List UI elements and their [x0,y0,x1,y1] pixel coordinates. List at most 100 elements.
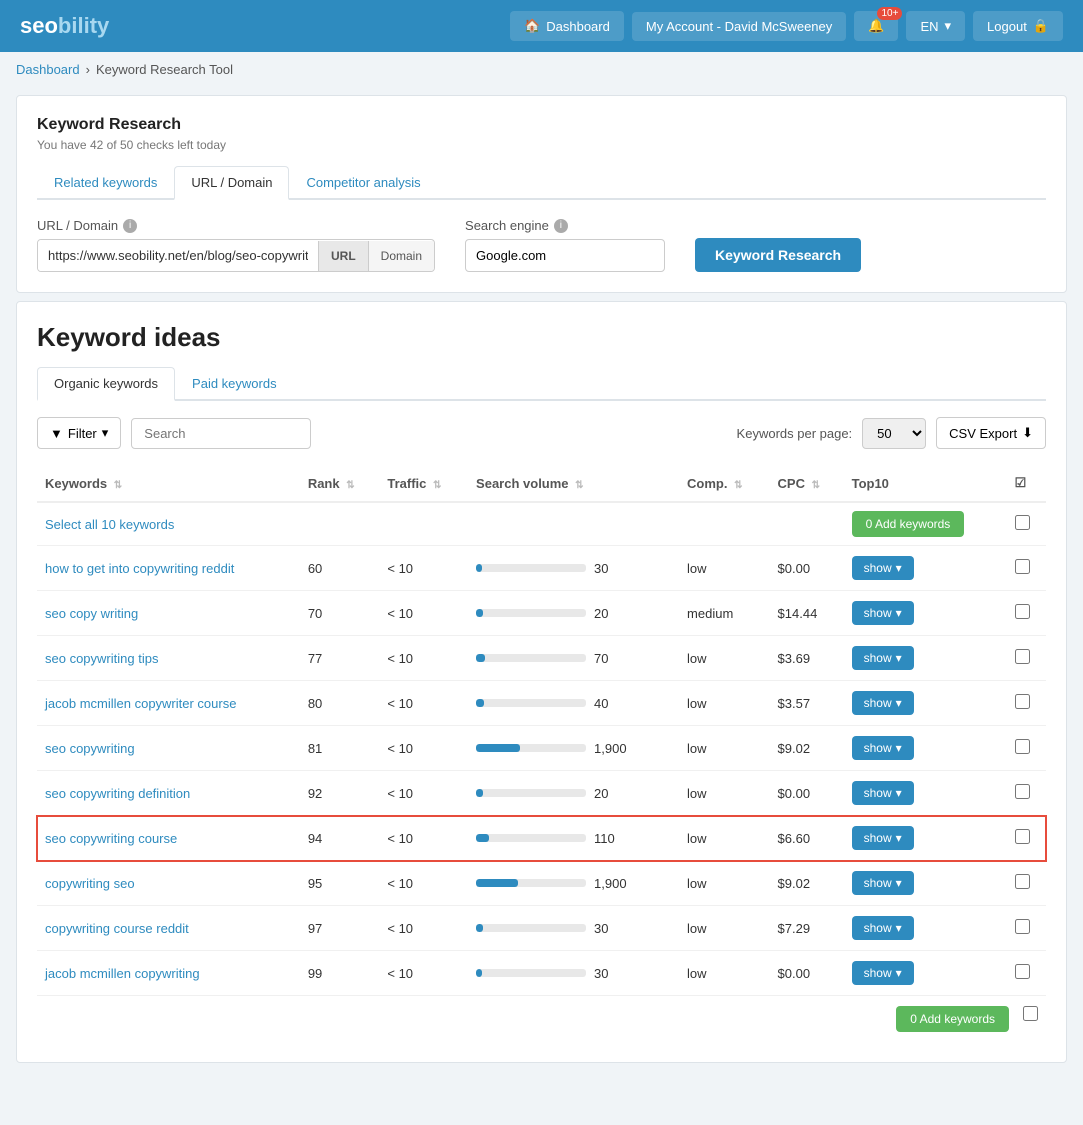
keyword-link[interactable]: seo copywriting [45,741,135,756]
chevron-icon: ▾ [896,606,902,620]
cell-top10: show ▾ [844,726,1007,771]
sv-bar [476,789,586,797]
breadcrumb-home[interactable]: Dashboard [16,62,80,77]
keyword-link[interactable]: seo copywriting course [45,831,177,846]
filter-bar: ▼ Filter ▾ Keywords per page: 50 25 100 … [37,417,1046,449]
sub-tab-organic[interactable]: Organic keywords [37,367,175,401]
sub-tabs: Organic keywords Paid keywords [37,367,1046,401]
keyword-link[interactable]: jacob mcmillen copywriter course [45,696,236,711]
download-icon: ⬇ [1022,425,1033,441]
logout-btn[interactable]: Logout 🔒 [973,11,1063,41]
select-all-checkbox[interactable] [1015,515,1030,530]
keyword-link[interactable]: seo copywriting tips [45,651,158,666]
row-checkbox[interactable] [1015,694,1030,709]
url-toggle-url[interactable]: URL [318,241,368,271]
show-btn[interactable]: show ▾ [852,691,914,715]
cell-comp: low [679,906,770,951]
cell-comp: low [679,771,770,816]
engine-info-icon[interactable]: i [554,219,568,233]
cell-traffic: < 10 [379,546,468,591]
cell-traffic: < 10 [379,591,468,636]
add-keywords-btn-bottom[interactable]: 0 Add keywords [896,1006,1009,1032]
keyword-link[interactable]: seo copy writing [45,606,138,621]
cell-rank: 95 [300,861,380,906]
row-checkbox[interactable] [1015,919,1030,934]
url-toggle-domain[interactable]: Domain [368,241,434,271]
breadcrumb-sep: › [86,62,90,77]
filter-right: Keywords per page: 50 25 100 CSV Export … [737,417,1046,449]
tab-related-keywords[interactable]: Related keywords [37,166,174,200]
cell-traffic: < 10 [379,771,468,816]
show-btn[interactable]: show ▾ [852,781,914,805]
row-checkbox[interactable] [1015,559,1030,574]
cell-cpc: $14.44 [770,591,844,636]
sv-bar-fill [476,744,520,752]
per-page-select[interactable]: 50 25 100 [862,418,926,449]
cell-traffic: < 10 [379,906,468,951]
search-filter-input[interactable] [131,418,311,449]
show-btn[interactable]: show ▾ [852,601,914,625]
row-checkbox[interactable] [1015,784,1030,799]
show-btn[interactable]: show ▾ [852,736,914,760]
show-btn[interactable]: show ▾ [852,916,914,940]
show-btn[interactable]: show ▾ [852,646,914,670]
show-btn[interactable]: show ▾ [852,826,914,850]
table-row: seo copywriting definition 92 < 10 20 lo… [37,771,1046,816]
url-info-icon[interactable]: i [123,219,137,233]
keyword-link[interactable]: seo copywriting definition [45,786,190,801]
cell-cpc: $3.57 [770,681,844,726]
show-btn[interactable]: show ▾ [852,871,914,895]
cell-keyword: how to get into copywriting reddit [37,546,300,591]
sv-bar [476,879,586,887]
row-checkbox[interactable] [1015,604,1030,619]
select-all-row: Select all 10 keywords 0 Add keywords [37,502,1046,546]
row-checkbox[interactable] [1015,964,1030,979]
cell-top10: show ▾ [844,861,1007,906]
row-checkbox[interactable] [1015,649,1030,664]
cell-top10: show ▾ [844,906,1007,951]
dashboard-btn[interactable]: 🏠 Dashboard [510,11,624,41]
tab-url-domain[interactable]: URL / Domain [174,166,289,200]
search-engine-input[interactable] [465,239,665,272]
row-checkbox[interactable] [1015,829,1030,844]
cell-top10: show ▾ [844,951,1007,996]
sv-value: 1,900 [594,741,627,756]
cell-comp: low [679,816,770,861]
url-input[interactable] [38,240,318,271]
table-row: seo copywriting tips 77 < 10 70 low $3.6… [37,636,1046,681]
csv-export-button[interactable]: CSV Export ⬇ [936,417,1046,449]
sv-value: 30 [594,966,608,981]
show-btn[interactable]: show ▾ [852,556,914,580]
sub-tab-paid[interactable]: Paid keywords [175,367,294,401]
tab-competitor-analysis[interactable]: Competitor analysis [289,166,437,200]
sv-bar [476,834,586,842]
keyword-link[interactable]: copywriting course reddit [45,921,189,936]
sv-value: 110 [594,831,615,846]
show-btn[interactable]: show ▾ [852,961,914,985]
row-checkbox[interactable] [1015,739,1030,754]
cell-checkbox [1007,636,1046,681]
account-btn[interactable]: My Account - David McSweeney [632,12,846,41]
filter-button[interactable]: ▼ Filter ▾ [37,417,121,449]
select-all-link[interactable]: Select all 10 keywords [45,517,174,532]
keyword-research-button[interactable]: Keyword Research [695,238,861,272]
sv-bar-fill [476,699,484,707]
notifications-btn[interactable]: 🔔 10+ [854,11,898,41]
add-keywords-btn-top[interactable]: 0 Add keywords [852,511,965,537]
keyword-link[interactable]: how to get into copywriting reddit [45,561,234,576]
url-group: URL / Domain i URL Domain [37,218,435,272]
cell-rank: 97 [300,906,380,951]
bottom-checkbox[interactable] [1023,1006,1038,1021]
language-btn[interactable]: EN ▾ [906,11,965,41]
sv-value: 20 [594,786,608,801]
chevron-icon: ▾ [896,921,902,935]
row-checkbox[interactable] [1015,874,1030,889]
keyword-link[interactable]: copywriting seo [45,876,135,891]
cell-top10: show ▾ [844,816,1007,861]
keyword-research-card: Keyword Research You have 42 of 50 check… [16,95,1067,293]
sv-bar [476,654,586,662]
cell-top10: show ▾ [844,681,1007,726]
header-nav: 🏠 Dashboard My Account - David McSweeney… [510,11,1063,41]
keyword-link[interactable]: jacob mcmillen copywriting [45,966,200,981]
cell-keyword: seo copywriting tips [37,636,300,681]
